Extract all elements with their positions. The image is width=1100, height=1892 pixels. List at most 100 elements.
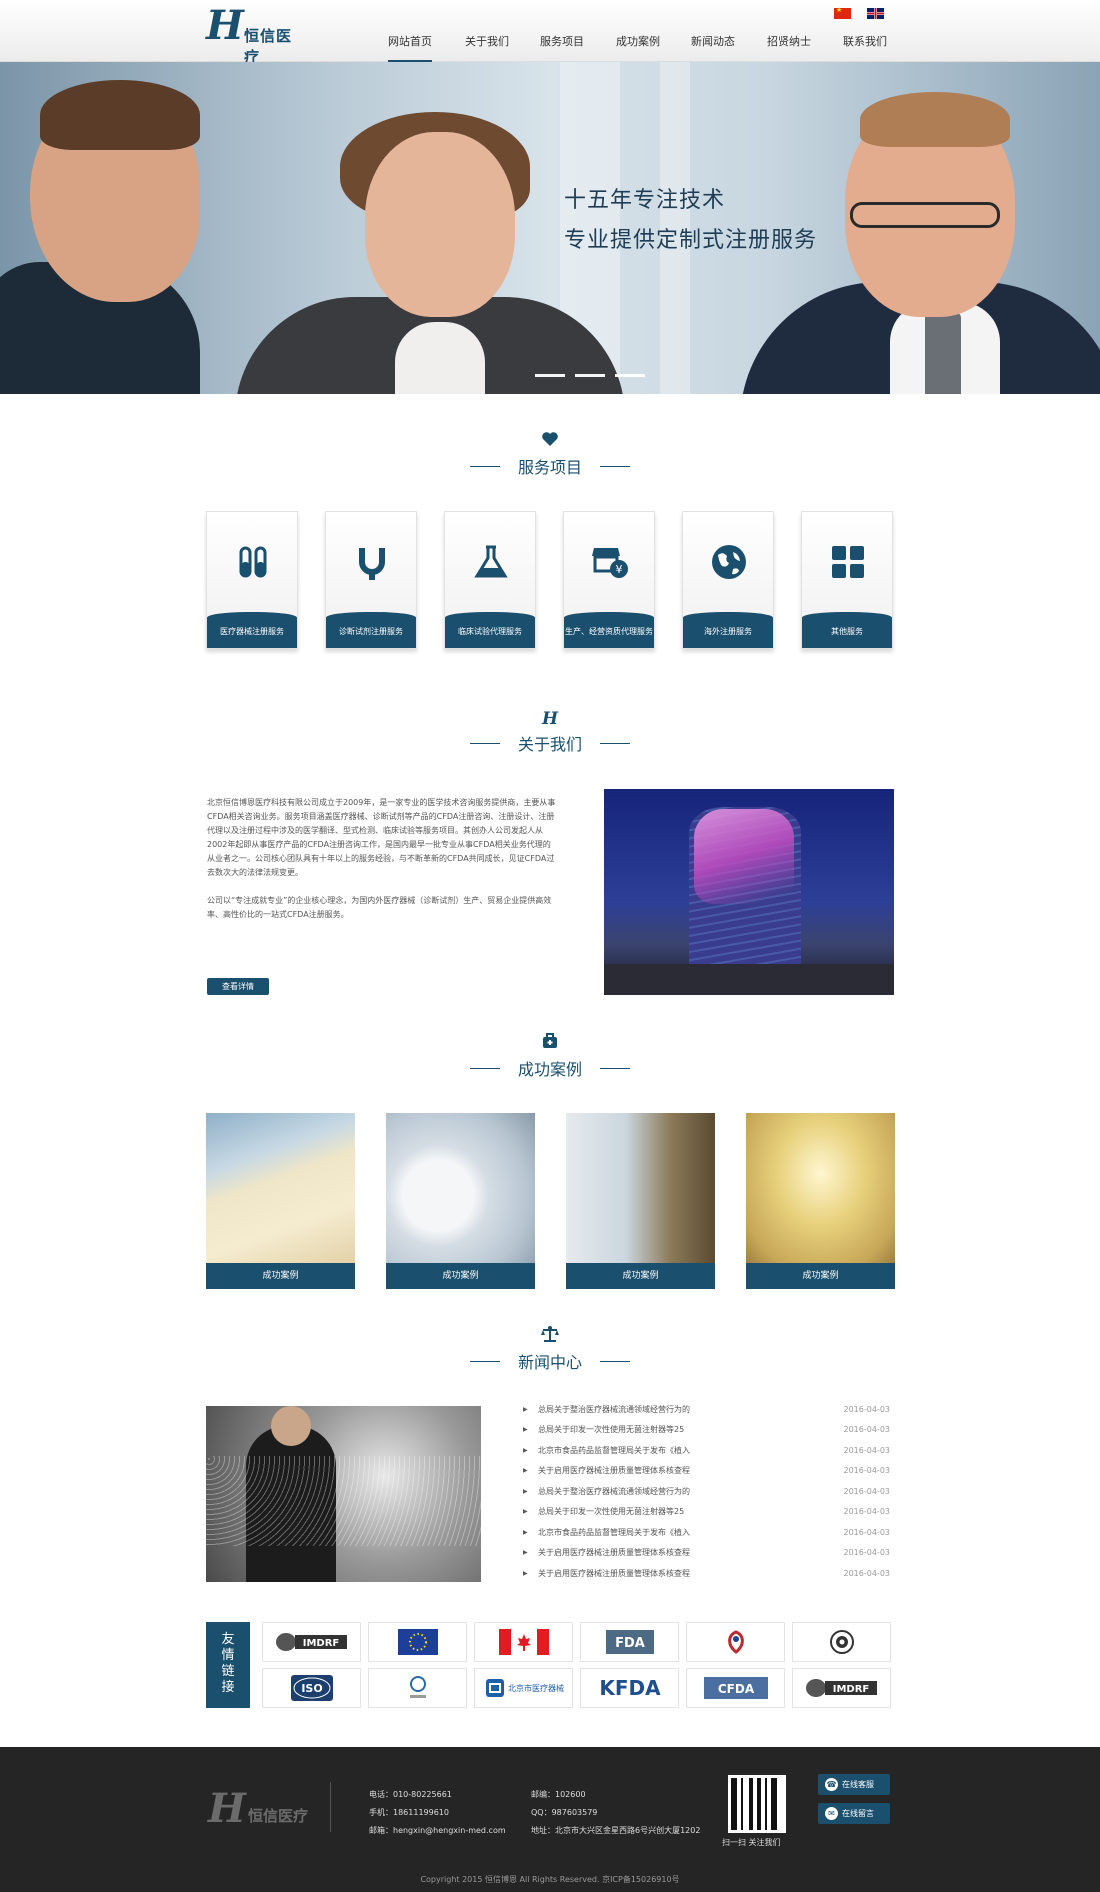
news-date: 2016-04-03 xyxy=(843,1569,891,1578)
online-message-button[interactable]: ✉ 在线留言 xyxy=(818,1803,890,1824)
flask-icon xyxy=(474,545,508,578)
globe-icon xyxy=(712,545,746,579)
bullet-arrow-icon: ▶ xyxy=(523,1508,528,1515)
label-char: 情 xyxy=(221,1648,235,1663)
news-date: 2016-04-03 xyxy=(843,1425,891,1434)
about-details-button[interactable]: 查看详情 xyxy=(207,978,269,995)
person-right-tie xyxy=(925,312,961,394)
qr-code xyxy=(728,1775,786,1833)
partner-link-beijing-inspection[interactable]: 北京市医疗器械检验所 xyxy=(474,1668,573,1708)
service-card[interactable]: 其他服务 xyxy=(801,511,893,649)
service-label: 医疗器械注册服务 xyxy=(207,612,297,648)
svg-text:IMDRF: IMDRF xyxy=(302,1638,339,1649)
case-caption: 成功案例 xyxy=(386,1263,535,1289)
partner-link-cfda[interactable]: CFDA xyxy=(686,1668,785,1708)
qr-pattern xyxy=(731,1778,783,1830)
iso-logo-icon: ISO xyxy=(290,1675,333,1701)
slider-dot[interactable] xyxy=(615,374,645,377)
partner-link-health[interactable] xyxy=(686,1622,785,1662)
case-card[interactable]: 成功案例 xyxy=(566,1113,715,1289)
partner-link-imdrf[interactable]: IMDRF xyxy=(262,1622,361,1662)
news-item[interactable]: ▶ 关于启用医疗器械注册质量管理体系核查程 2016-04-03 xyxy=(523,1564,890,1584)
chat-bubble-icon: ✉ xyxy=(825,1807,838,1820)
beijing-fda-emblem-icon xyxy=(409,1676,426,1698)
person-right-glasses xyxy=(850,202,1000,228)
news-item[interactable]: ▶ 总局关于印发一次性使用无菌注射器等25 2016-04-03 xyxy=(523,1502,890,1522)
news-date: 2016-04-03 xyxy=(843,1528,891,1537)
label-char: 链 xyxy=(221,1664,235,1679)
bullet-arrow-icon: ▶ xyxy=(523,1570,528,1577)
chinese-flag-icon[interactable] xyxy=(834,6,851,19)
case-card[interactable]: 成功案例 xyxy=(386,1113,535,1289)
service-card[interactable]: 临床试验代理服务 xyxy=(444,511,536,649)
beijing-inspection-logo-icon: 北京市医疗器械检验所 xyxy=(485,1679,564,1697)
partner-link-kfda[interactable]: KFDA xyxy=(580,1668,679,1708)
service-card[interactable]: 海外注册服务 xyxy=(682,511,774,649)
news-item[interactable]: ▶ 关于启用医疗器械注册质量管理体系核查程 2016-04-03 xyxy=(523,1461,890,1481)
news-title: 关于启用医疗器械注册质量管理体系核查程 xyxy=(538,1548,690,1557)
slider-dot[interactable] xyxy=(575,374,605,377)
logo-mark-icon: H xyxy=(541,709,559,729)
partner-link-beijing-fda[interactable] xyxy=(368,1668,467,1708)
about-paragraph: 公司以“专注成就专业”的企业核心理念，为国内外医疗器械（诊断试剂）生产、贸易企业… xyxy=(207,896,552,919)
ground-shape xyxy=(604,964,894,995)
shop-yuan-icon: ¥ xyxy=(592,548,628,578)
nav-services[interactable]: 服务项目 xyxy=(540,22,584,62)
kfda-logo-icon: KFDA xyxy=(599,1676,661,1700)
case-card[interactable]: 成功案例 xyxy=(746,1113,895,1289)
person-left-hair xyxy=(40,80,200,150)
case-card[interactable]: 成功案例 xyxy=(206,1113,355,1289)
site-logo[interactable]: H 恒信医疗 xyxy=(206,4,306,67)
service-card[interactable]: ¥ 生产、经营资质代理服务 xyxy=(563,511,655,649)
news-item[interactable]: ▶ 关于启用医疗器械注册质量管理体系核查程 2016-04-03 xyxy=(523,1543,890,1563)
uk-flag-icon[interactable] xyxy=(867,8,884,19)
label-char: 接 xyxy=(221,1680,235,1695)
news-item[interactable]: ▶ 总局关于印发一次性使用无菌注射器等25 2016-04-03 xyxy=(523,1420,890,1440)
news-date: 2016-04-03 xyxy=(843,1446,891,1455)
news-date: 2016-04-03 xyxy=(843,1548,891,1557)
footer-divider xyxy=(330,1782,331,1832)
partner-link-eu[interactable] xyxy=(368,1622,467,1662)
svg-text:FDA: FDA xyxy=(615,1636,645,1651)
bullet-arrow-icon: ▶ xyxy=(523,1549,528,1556)
partner-link-imdrf-2[interactable]: IMDRF xyxy=(792,1668,891,1708)
footer-qq: QQ：987603579 xyxy=(531,1808,598,1817)
tower-glow xyxy=(694,809,794,904)
nav-news[interactable]: 新闻动态 xyxy=(691,22,735,62)
grid-icon xyxy=(832,546,864,578)
person-right-hair xyxy=(860,92,1010,147)
partner-link-canada[interactable] xyxy=(474,1622,573,1662)
news-section-title: 新闻中心 xyxy=(0,1325,1100,1373)
case-caption: 成功案例 xyxy=(746,1263,895,1289)
nav-about[interactable]: 关于我们 xyxy=(465,22,509,62)
bullet-arrow-icon: ▶ xyxy=(523,1406,528,1413)
case-caption: 成功案例 xyxy=(566,1263,715,1289)
news-item[interactable]: ▶ 总局关于整治医疗器械流通领域经营行为的 2016-04-03 xyxy=(523,1482,890,1502)
news-item[interactable]: ▶ 北京市食品药品监督管理局关于发布《植入 2016-04-03 xyxy=(523,1441,890,1461)
slider-dot[interactable] xyxy=(535,374,565,377)
news-title: 北京市食品药品监督管理局关于发布《植入 xyxy=(538,1446,690,1455)
news-title: 总局关于整治医疗器械流通领域经营行为的 xyxy=(538,1405,690,1414)
news-feature-image[interactable] xyxy=(206,1406,481,1582)
news-title: 总局关于印发一次性使用无菌注射器等25 xyxy=(538,1507,685,1516)
service-card[interactable]: 诊断试剂注册服务 xyxy=(325,511,417,649)
partner-link-iso[interactable]: ISO xyxy=(262,1668,361,1708)
online-service-button[interactable]: ☎ 在线客服 xyxy=(818,1774,890,1795)
slider-dots xyxy=(535,362,655,381)
news-image-world-map xyxy=(206,1456,481,1546)
news-item[interactable]: ▶ 北京市食品药品监督管理局关于发布《植入 2016-04-03 xyxy=(523,1523,890,1543)
svg-text:KFDA: KFDA xyxy=(599,1676,661,1700)
nav-contact[interactable]: 联系我们 xyxy=(843,22,887,62)
nav-cases[interactable]: 成功案例 xyxy=(616,22,660,62)
cases-heading: 成功案例 xyxy=(469,1056,631,1080)
partner-link-seal[interactable] xyxy=(792,1622,891,1662)
bullet-arrow-icon: ▶ xyxy=(523,1488,528,1495)
case-image-cleanroom xyxy=(746,1113,895,1263)
bullet-arrow-icon: ▶ xyxy=(523,1447,528,1454)
service-card[interactable]: 医疗器械注册服务 xyxy=(206,511,298,649)
news-item[interactable]: ▶ 总局关于整治医疗器械流通领域经营行为的 2016-04-03 xyxy=(523,1400,890,1420)
footer-email[interactable]: 邮箱：hengxin@hengxin-med.com xyxy=(369,1825,506,1836)
nav-careers[interactable]: 招贤纳士 xyxy=(767,22,811,62)
nav-home[interactable]: 网站首页 xyxy=(388,22,432,62)
partner-link-fda[interactable]: FDA xyxy=(580,1622,679,1662)
